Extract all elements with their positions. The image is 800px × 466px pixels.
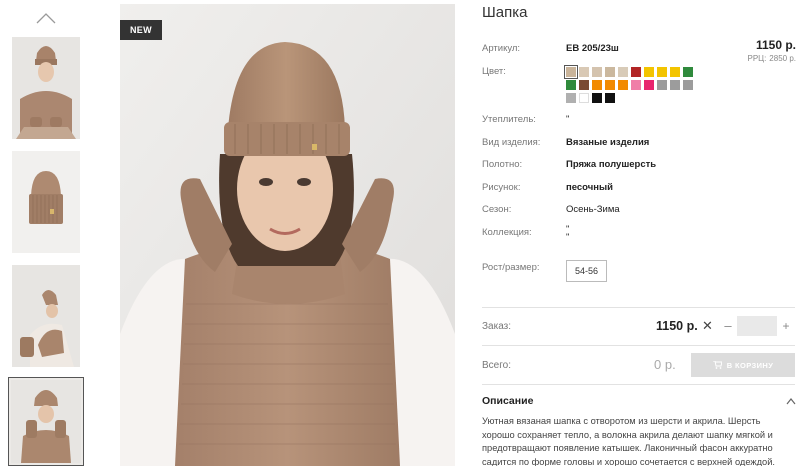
- divider: [482, 345, 795, 346]
- color-swatch[interactable]: [605, 67, 615, 77]
- fabric-label: Полотно:: [482, 159, 523, 170]
- type-label: Вид изделия:: [482, 137, 541, 148]
- product-price: 1150 р.: [755, 38, 796, 52]
- rrc-label: РРЦ:: [747, 54, 767, 63]
- color-swatches: [564, 65, 696, 103]
- thumbnail-4-selected[interactable]: [8, 377, 84, 466]
- size-option[interactable]: 54-56: [566, 260, 607, 282]
- thumbnail-3[interactable]: [12, 265, 80, 367]
- size-label: Рост/размер:: [482, 262, 540, 273]
- color-swatch[interactable]: [579, 67, 589, 77]
- total-label: Всего:: [482, 360, 511, 371]
- quantity-increase-button[interactable]: +: [779, 316, 793, 336]
- thumbnail-2[interactable]: [12, 151, 80, 253]
- chevron-up-icon[interactable]: [36, 12, 56, 24]
- color-swatch[interactable]: [592, 93, 602, 103]
- color-swatch[interactable]: [564, 65, 578, 79]
- color-swatch[interactable]: [592, 67, 602, 77]
- divider: [482, 384, 795, 385]
- cart-icon: [712, 361, 722, 369]
- quantity-decrease-button[interactable]: –: [722, 316, 734, 336]
- color-swatch[interactable]: [566, 93, 576, 103]
- fabric-value: Пряжа полушерсть: [566, 159, 657, 170]
- pattern-label: Рисунок:: [482, 182, 521, 193]
- color-swatch[interactable]: [579, 93, 589, 103]
- color-swatch[interactable]: [657, 67, 667, 77]
- chevron-up-icon[interactable]: [786, 397, 796, 405]
- add-to-cart-button[interactable]: В КОРЗИНУ: [691, 353, 795, 377]
- article-label: Артикул:: [482, 43, 521, 54]
- insulation-value: ": [566, 114, 570, 125]
- divider: [482, 307, 795, 308]
- color-label: Цвет:: [482, 66, 506, 77]
- type-value: Вязаные изделия: [566, 137, 650, 148]
- thumbnail-1[interactable]: [12, 37, 80, 139]
- product-main-image: [120, 4, 455, 466]
- color-swatch[interactable]: [644, 80, 654, 90]
- rrc-price: РРЦ: 2850 р.: [744, 54, 796, 63]
- color-swatch[interactable]: [683, 67, 693, 77]
- color-swatch[interactable]: [670, 80, 680, 90]
- pattern-value: песочный: [566, 182, 613, 193]
- color-swatch[interactable]: [566, 80, 576, 90]
- article-value: ЕВ 205/23ш: [566, 43, 619, 54]
- product-title: Шапка: [482, 4, 528, 21]
- product-info-panel: Шапка 1150 р. РРЦ: 2850 р. Артикул: ЕВ 20…: [482, 0, 800, 466]
- color-swatch[interactable]: [579, 80, 589, 90]
- description-text: Уютная вязаная шапка с отворотом из шерс…: [482, 416, 775, 466]
- quantity-input[interactable]: [737, 316, 777, 336]
- description-title: Описание: [482, 395, 534, 407]
- order-price: 1150 р.: [656, 319, 698, 333]
- collection-value-2: ": [566, 232, 570, 243]
- color-swatch[interactable]: [605, 80, 615, 90]
- color-swatch[interactable]: [657, 80, 667, 90]
- new-badge: NEW: [120, 20, 162, 40]
- total-value: 0 р.: [654, 357, 676, 372]
- color-swatch[interactable]: [618, 67, 628, 77]
- collection-label: Коллекция:: [482, 227, 532, 238]
- multiply-icon: ✕: [702, 318, 713, 333]
- color-swatch[interactable]: [631, 67, 641, 77]
- color-swatch[interactable]: [605, 93, 615, 103]
- insulation-label: Утеплитель:: [482, 114, 536, 125]
- rrc-value: 2850 р.: [769, 54, 796, 63]
- color-swatch[interactable]: [670, 67, 680, 77]
- season-label: Сезон:: [482, 204, 512, 215]
- color-swatch[interactable]: [644, 67, 654, 77]
- season-value: Осень-Зима: [566, 204, 620, 215]
- color-swatch[interactable]: [618, 80, 628, 90]
- add-to-cart-label: В КОРЗИНУ: [726, 360, 774, 370]
- color-swatch[interactable]: [683, 80, 693, 90]
- color-swatch[interactable]: [592, 80, 602, 90]
- order-label: Заказ:: [482, 321, 512, 332]
- thumbnail-gallery: [0, 0, 100, 466]
- color-swatch[interactable]: [631, 80, 641, 90]
